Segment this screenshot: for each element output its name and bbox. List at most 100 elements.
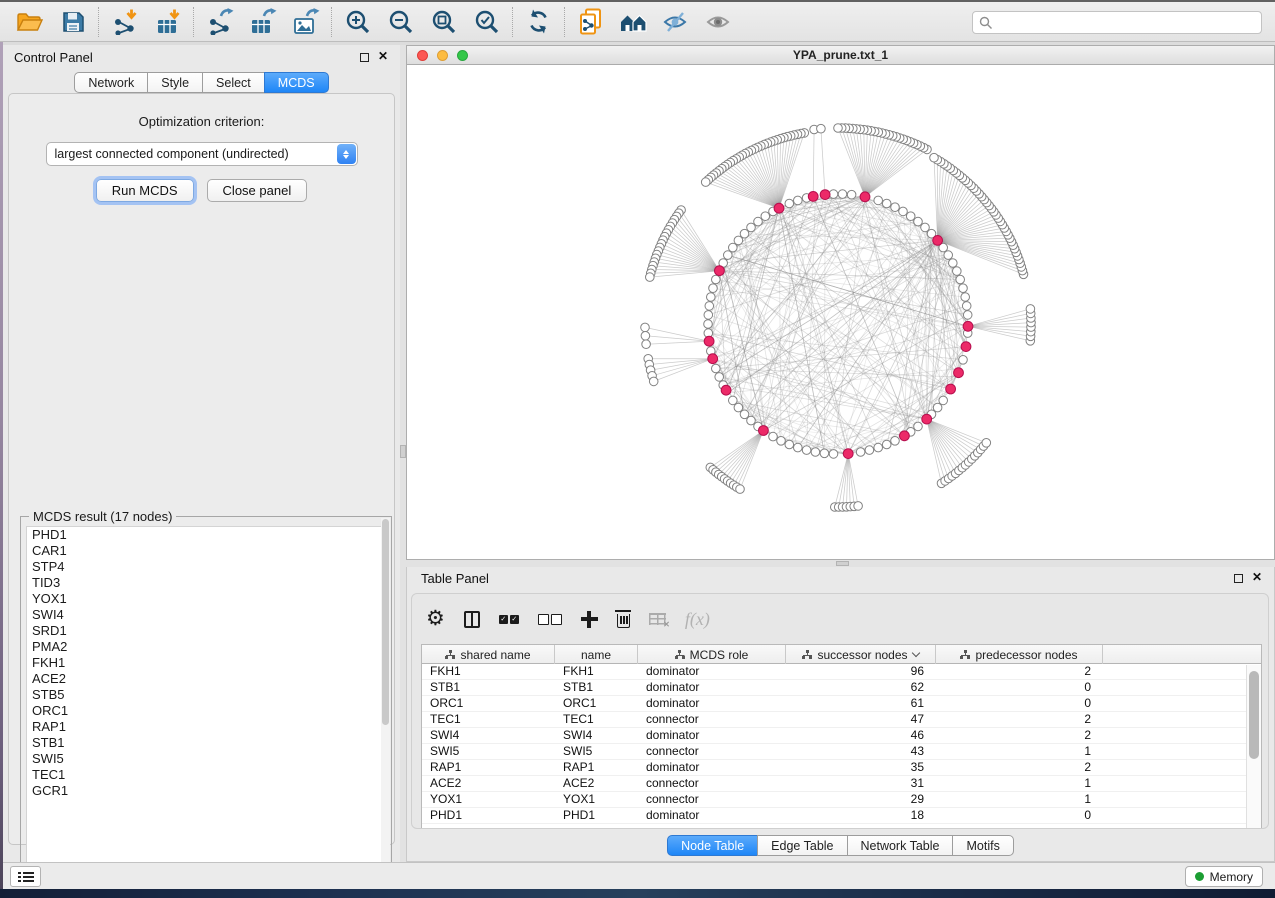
import-table-button[interactable] [146,5,189,39]
result-node-item[interactable]: CAR1 [27,543,385,559]
column-header-shared-name[interactable]: shared name [422,645,555,664]
table-row[interactable]: FKH1FKH1dominator962 [422,664,1261,680]
deselect-all-icon[interactable] [538,614,562,625]
hide-eye-icon [663,10,690,34]
desktop-wallpaper-strip [0,889,1275,898]
tab-node-table[interactable]: Node Table [667,835,758,856]
network-canvas[interactable] [407,66,1274,559]
optimization-criterion-select[interactable]: largest connected component (undirected) [46,142,358,166]
result-scrollbar-thumb[interactable] [382,519,389,725]
tab-motifs[interactable]: Motifs [952,835,1013,856]
tab-edge-table[interactable]: Edge Table [757,835,847,856]
export-image-button[interactable] [284,5,327,39]
float-panel-icon[interactable] [1234,574,1243,583]
float-panel-icon[interactable] [360,53,369,62]
export-network-button[interactable] [198,5,241,39]
result-node-item[interactable]: RAP1 [27,719,385,735]
neighborhood-houses-button[interactable] [612,5,655,39]
run-mcds-button[interactable]: Run MCDS [96,179,194,202]
zoom-fit-button[interactable] [422,5,465,39]
refresh-button[interactable] [517,5,560,39]
column-header-name[interactable]: name [555,645,638,664]
export-table-button[interactable] [241,5,284,39]
result-node-item[interactable]: SWI4 [27,607,385,623]
search-input[interactable] [972,11,1262,34]
select-all-icon[interactable] [499,615,519,624]
result-node-item[interactable]: ACE2 [27,671,385,687]
column-header-successor-nodes[interactable]: successor nodes [786,645,936,664]
hide-selected-button[interactable] [655,5,698,39]
split-columns-icon[interactable] [464,611,480,628]
add-column-icon[interactable] [581,611,598,628]
close-panel-button[interactable]: Close panel [207,179,308,202]
toolbar-separator [193,7,194,37]
column-header-mcds-role[interactable]: MCDS role [638,645,786,664]
table-row[interactable]: YOX1YOX1connector291 [422,792,1261,808]
open-folder-icon [16,10,43,34]
result-node-item[interactable]: SWI5 [27,751,385,767]
control-panel-tabs: NetworkStyleSelectMCDS [3,72,400,93]
zoom-in-button[interactable] [336,5,379,39]
horizontal-splitter[interactable] [406,560,1275,567]
tab-network-table[interactable]: Network Table [847,835,954,856]
share-document-button[interactable] [569,5,612,39]
result-node-item[interactable]: FKH1 [27,655,385,671]
close-panel-icon[interactable]: ✕ [378,49,388,63]
save-floppy-icon [61,10,85,34]
table-row[interactable]: ACE2ACE2connector311 [422,776,1261,792]
close-window-traffic-light[interactable] [417,50,428,61]
open-file-button[interactable] [8,5,51,39]
tab-select[interactable]: Select [202,72,265,93]
table-row[interactable]: RAP1RAP1dominator352 [422,760,1261,776]
optimization-criterion-label: Optimization criterion: [9,114,394,129]
table-row[interactable]: PHD1PHD1dominator180 [422,808,1261,824]
network-window-titlebar[interactable]: YPA_prune.txt_1 [407,46,1274,65]
close-panel-icon[interactable]: ✕ [1252,570,1262,584]
result-node-item[interactable]: PHD1 [27,527,385,543]
horizontal-splitter-handle[interactable] [836,561,849,566]
table-row[interactable]: SWI5SWI5connector431 [422,744,1261,760]
delete-column-icon[interactable] [617,614,630,628]
table-panel: Table Panel ✕ shared namenameMCDS rolesu… [406,567,1275,862]
table-scrollbar[interactable] [1246,665,1261,828]
table-row[interactable]: SWI4SWI4dominator462 [422,728,1261,744]
result-node-item[interactable]: YOX1 [27,591,385,607]
maximize-window-traffic-light[interactable] [457,50,468,61]
zoom-selected-button[interactable] [465,5,508,39]
table-row[interactable]: TEC1TEC1connector472 [422,712,1261,728]
column-header-predecessor-nodes[interactable]: predecessor nodes [936,645,1103,664]
select-stepper-icon[interactable] [337,144,356,164]
result-node-item[interactable]: GCR1 [27,783,385,799]
minimize-window-traffic-light[interactable] [437,50,448,61]
zoom-in-icon [345,9,371,35]
task-history-button[interactable] [10,866,41,887]
memory-button[interactable]: Memory [1185,866,1263,887]
save-session-button[interactable] [51,5,94,39]
delete-table-icon [649,613,666,625]
import-network-button[interactable] [103,5,146,39]
tab-network[interactable]: Network [74,72,148,93]
column-tree-icon [960,650,970,659]
result-node-item[interactable]: STB5 [27,687,385,703]
result-node-item[interactable]: ORC1 [27,703,385,719]
table-row[interactable]: STB1STB1dominator620 [422,680,1261,696]
result-node-item[interactable]: STP4 [27,559,385,575]
result-node-item[interactable]: SRD1 [27,623,385,639]
settings-gear-icon[interactable] [426,609,445,629]
table-cell: YOX1 [555,792,638,807]
tab-mcds[interactable]: MCDS [264,72,329,93]
show-eye-button[interactable] [698,5,741,39]
table-scrollbar-thumb[interactable] [1249,671,1259,759]
result-node-item[interactable]: TID3 [27,575,385,591]
zoom-out-button[interactable] [379,5,422,39]
tab-style[interactable]: Style [147,72,203,93]
result-node-item[interactable]: TEC1 [27,767,385,783]
table-row[interactable]: ORC1ORC1dominator610 [422,696,1261,712]
result-node-item[interactable]: STB1 [27,735,385,751]
mcds-result-list[interactable]: PHD1CAR1STP4TID3YOX1SWI4SRD1PMA2FKH1ACE2… [26,526,386,882]
sort-dropdown-icon[interactable] [911,649,919,657]
table-cell: 18 [786,808,936,823]
result-node-item[interactable]: PMA2 [27,639,385,655]
result-scrollbar[interactable] [381,518,390,885]
table-cell: STB1 [422,680,555,695]
